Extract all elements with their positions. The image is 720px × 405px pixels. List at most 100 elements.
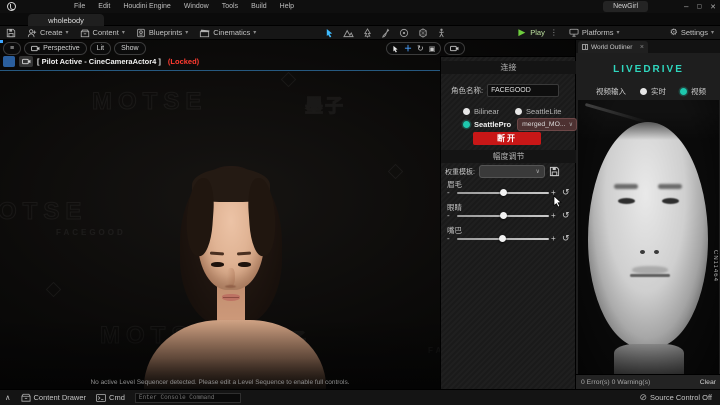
perspective-dropdown[interactable]: Perspective [24, 42, 87, 55]
scale-tool-icon[interactable]: ▣ [429, 45, 436, 53]
slider-reset-icon[interactable]: ↺ [562, 187, 570, 198]
outliner-icon [582, 44, 588, 50]
play-label: Play [530, 28, 545, 37]
level-tab-wholebody[interactable]: wholebody [28, 14, 104, 26]
slider-minus-button[interactable]: - [447, 188, 450, 197]
menu-houdini-engine[interactable]: Houdini Engine [123, 3, 170, 10]
model-dropdown[interactable]: merged_MO... ∨ [517, 118, 577, 131]
slider-track[interactable] [457, 215, 549, 217]
play-options-kebab-icon[interactable]: ⋮ [550, 28, 558, 37]
slider-plus-button[interactable]: + [551, 211, 556, 220]
content-button[interactable]: Content▾ [80, 28, 125, 38]
camera-speed-button[interactable] [444, 42, 465, 55]
sequencer-message: No active Level Sequencer detected. Plea… [0, 379, 440, 386]
lit-dropdown[interactable]: Lit [90, 42, 111, 55]
minimize-button[interactable]: – [684, 2, 688, 11]
radio-realtime[interactable] [640, 88, 647, 95]
slider-plus-button[interactable]: + [551, 234, 556, 243]
radio-seattlepro[interactable] [463, 121, 470, 128]
create-icon [27, 28, 37, 38]
radio-seattlelite[interactable] [515, 108, 522, 115]
maximize-button[interactable]: ▢ [696, 3, 702, 10]
fracture-mode-icon[interactable] [418, 28, 428, 38]
radio-seattlepro-label: SeattlePro [474, 120, 511, 129]
menu-window[interactable]: Window [184, 3, 209, 10]
save-template-icon[interactable] [549, 166, 560, 177]
animation-mode-icon[interactable] [437, 28, 446, 38]
platforms-caret-icon: ▾ [617, 29, 620, 36]
disconnect-button[interactable]: 断开 [473, 132, 541, 145]
viewport-options-button[interactable]: ≡ [3, 42, 21, 55]
slider-handle[interactable] [500, 189, 507, 196]
character-name-label: 角色名称: [451, 85, 483, 96]
foliage-mode-icon[interactable] [363, 28, 372, 38]
tab-world-outliner[interactable]: World Outliner × [578, 41, 648, 53]
livedrive-title: LIVEDRIVE [576, 64, 720, 75]
settings-button[interactable]: ⚙ Settings▾ [670, 28, 714, 37]
radio-video[interactable] [680, 88, 687, 95]
weight-template-label: 权重模板: [445, 167, 475, 177]
slider-handle[interactable] [500, 212, 507, 219]
main-toolbar: Create▾ Content▾ Blueprints▾ Cinematics▾… [0, 26, 720, 40]
menu-file[interactable]: File [74, 3, 85, 10]
eject-pilot-button[interactable] [3, 56, 15, 67]
watermark-text: MOTSE [92, 88, 207, 116]
platforms-button[interactable]: Platforms▾ [569, 28, 620, 37]
watermark-diamond-icon [46, 282, 62, 298]
character-lips [222, 294, 240, 301]
weight-template-dropdown[interactable]: ∨ [479, 165, 545, 178]
video-watermark: CN11464 [712, 250, 718, 282]
cmd-icon [96, 394, 106, 402]
content-drawer-icon [80, 28, 90, 38]
pilot-camera-button[interactable] [19, 56, 33, 67]
cinematics-button[interactable]: Cinematics▾ [199, 28, 256, 38]
landscape-mode-icon[interactable] [343, 28, 354, 38]
save-button[interactable] [6, 28, 16, 38]
radio-seattlelite-label: SeattleLite [526, 107, 561, 116]
slider-minus-button[interactable]: - [447, 234, 450, 243]
source-control-button[interactable]: ⊘ Source Control Off [639, 393, 712, 402]
tab-close-icon[interactable]: × [640, 44, 644, 51]
close-button[interactable]: ✕ [710, 3, 716, 11]
menu-tools[interactable]: Tools [222, 3, 238, 10]
cinematics-caret-icon: ▾ [253, 29, 256, 36]
slider-handle[interactable] [499, 235, 506, 242]
play-button[interactable]: ▶ [518, 28, 525, 37]
modeling-mode-icon[interactable] [399, 28, 409, 38]
slider-reset-icon[interactable]: ↺ [562, 233, 570, 244]
slider-reset-icon[interactable]: ↺ [562, 210, 570, 221]
character-eye [238, 262, 251, 267]
blueprints-icon [136, 28, 146, 38]
move-tool-icon[interactable]: ＋ [404, 43, 412, 54]
radio-bilinear-label: Bilinear [474, 107, 499, 116]
character-name-input[interactable] [487, 84, 559, 97]
clear-button[interactable]: Clear [700, 379, 716, 386]
mesh-paint-mode-icon[interactable] [381, 28, 390, 38]
window-title: NewGirl [603, 1, 648, 12]
slider-minus-button[interactable]: - [447, 211, 450, 220]
content-drawer-button[interactable]: Content Drawer [21, 393, 87, 402]
viewport-camera-icon [450, 45, 459, 52]
menu-bar: File Edit Houdini Engine Window Tools Bu… [74, 3, 294, 10]
create-caret-icon: ▾ [66, 29, 69, 36]
pilot-active-label: [ Pilot Active - CineCameraActor4 ] [37, 57, 161, 66]
watermark-brand-text: FACEGOOD [56, 228, 126, 237]
slider-track[interactable] [457, 192, 549, 194]
level-tab-row: wholebody [0, 13, 720, 26]
radio-bilinear[interactable] [463, 108, 470, 115]
rotate-tool-icon[interactable]: ↻ [417, 44, 424, 53]
expand-bottom-panel-button[interactable]: ∧ [5, 393, 11, 402]
select-tool-icon[interactable] [392, 45, 399, 53]
slider-mouth: - + ↺ [441, 233, 576, 245]
select-mode-icon[interactable] [325, 28, 334, 38]
menu-build[interactable]: Build [251, 3, 267, 10]
title-bar: File Edit Houdini Engine Window Tools Bu… [0, 0, 720, 13]
menu-help[interactable]: Help [280, 3, 294, 10]
menu-edit[interactable]: Edit [98, 3, 110, 10]
show-dropdown[interactable]: Show [114, 42, 146, 55]
create-button[interactable]: Create▾ [27, 28, 69, 38]
cmd-button[interactable]: Cmd [96, 393, 125, 402]
slider-track[interactable] [457, 238, 549, 240]
console-command-input[interactable] [135, 393, 241, 403]
blueprints-button[interactable]: Blueprints▾ [136, 28, 188, 38]
